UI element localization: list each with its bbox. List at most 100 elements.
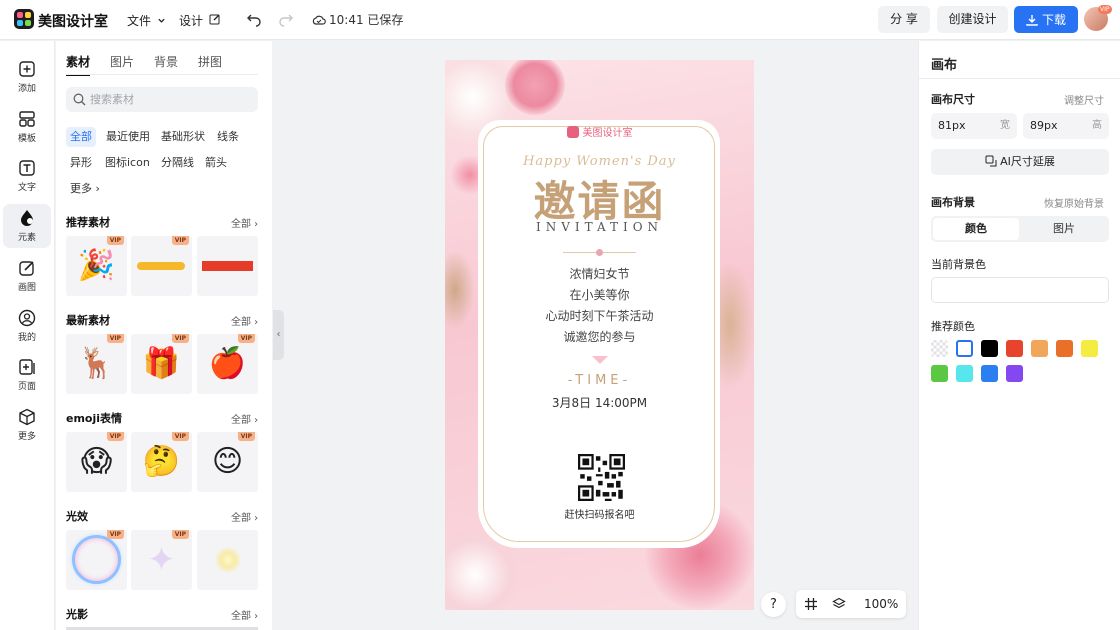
rail-item-text[interactable]: 文字 bbox=[3, 154, 51, 198]
vip-badge: VIP bbox=[106, 334, 124, 343]
undo-icon[interactable] bbox=[246, 11, 262, 27]
color-swatch[interactable] bbox=[981, 340, 998, 357]
draw-icon bbox=[19, 261, 34, 276]
asset-thumb[interactable]: VIP bbox=[66, 530, 127, 590]
tab-images[interactable]: 图片 bbox=[110, 53, 134, 76]
asset-thumb[interactable]: 😊 VIP bbox=[197, 432, 258, 492]
rail-item-add[interactable]: 添加 bbox=[3, 55, 51, 99]
asset-thumb[interactable]: 🎁 VIP bbox=[131, 334, 192, 394]
qr-code bbox=[578, 454, 625, 501]
view-controls: 100% bbox=[796, 590, 906, 618]
vip-badge: VIP bbox=[171, 530, 189, 539]
seg-color[interactable]: 颜色 bbox=[933, 218, 1019, 240]
brand-mark: 美图设计室 bbox=[445, 124, 754, 139]
view-all-link[interactable]: 全部 › bbox=[231, 607, 258, 622]
seg-image[interactable]: 图片 bbox=[1021, 218, 1107, 240]
search-input[interactable]: 搜索素材 bbox=[66, 87, 258, 112]
invitation-subtitle: INVITATION bbox=[535, 220, 664, 234]
app-name[interactable]: 美图设计室 bbox=[38, 11, 108, 31]
chip-all[interactable]: 全部 bbox=[66, 127, 96, 147]
section-title: 光效 bbox=[66, 510, 88, 523]
create-design-button[interactable]: 创建设计 bbox=[937, 6, 1008, 33]
color-swatch[interactable] bbox=[1081, 340, 1098, 357]
chip-dividers[interactable]: 分隔线 bbox=[157, 153, 198, 173]
view-all-label: 全部 bbox=[231, 415, 251, 426]
color-swatch[interactable] bbox=[1006, 365, 1023, 382]
height-field[interactable]: 89px 高 bbox=[1023, 113, 1109, 139]
height-unit: 高 bbox=[1092, 120, 1102, 131]
view-all-link[interactable]: 全部 › bbox=[231, 313, 258, 328]
rail-item-mine[interactable]: 我的 bbox=[3, 304, 51, 348]
rail-label: 我的 bbox=[17, 333, 36, 343]
color-swatch[interactable] bbox=[1006, 340, 1023, 357]
color-swatch[interactable] bbox=[1056, 340, 1073, 357]
rail-item-pages[interactable]: 页面 bbox=[3, 353, 51, 397]
download-icon bbox=[1026, 14, 1038, 26]
color-swatch[interactable] bbox=[1031, 340, 1048, 357]
tab-collage[interactable]: 拼图 bbox=[198, 53, 222, 76]
rail-item-templates[interactable]: 模板 bbox=[3, 105, 51, 149]
asset-thumb[interactable] bbox=[197, 530, 258, 590]
app-logo-icon[interactable] bbox=[14, 9, 34, 29]
brand-text: 美图设计室 bbox=[582, 128, 633, 139]
rail-label: 文字 bbox=[17, 183, 36, 193]
asset-thumb[interactable]: VIP bbox=[131, 236, 192, 296]
section-title: emoji表情 bbox=[66, 412, 123, 425]
tab-backgrounds[interactable]: 背景 bbox=[154, 53, 178, 76]
view-all-link[interactable]: 全部 › bbox=[231, 509, 258, 524]
layers-icon[interactable] bbox=[832, 597, 846, 611]
color-swatch[interactable] bbox=[931, 340, 948, 357]
collapse-panel-handle[interactable]: ‹ bbox=[273, 310, 284, 360]
chip-arrows[interactable]: 箭头 bbox=[201, 153, 231, 173]
asset-thumb[interactable]: 🎉 VIP bbox=[66, 236, 127, 296]
gift-box-icon: 🎁 bbox=[142, 346, 181, 381]
asset-thumb[interactable]: 😱 VIP bbox=[66, 432, 127, 492]
color-swatch[interactable] bbox=[956, 365, 973, 382]
file-menu[interactable]: 文件 bbox=[127, 12, 166, 29]
script-title: Happy Women's Day bbox=[523, 154, 676, 169]
file-menu-label: 文件 bbox=[127, 14, 152, 28]
asset-thumb[interactable]: 🤔 VIP bbox=[131, 432, 192, 492]
chip-more[interactable]: 更多 › bbox=[66, 179, 104, 199]
ai-resize-button[interactable]: AI尺寸延展 bbox=[931, 149, 1109, 175]
rail-item-elements[interactable]: 元素 bbox=[3, 204, 51, 248]
restore-bg-link[interactable]: 恢复原始背景 bbox=[1044, 195, 1104, 210]
zoom-level[interactable]: 100% bbox=[864, 597, 898, 611]
width-unit: 宽 bbox=[1000, 120, 1010, 131]
current-color-field[interactable] bbox=[931, 277, 1109, 303]
design-canvas[interactable]: 美图设计室 Happy Women's Day 邀请函 INVITATION 浓… bbox=[445, 60, 754, 610]
view-all-link[interactable]: 全部 › bbox=[231, 411, 258, 426]
view-all-link[interactable]: 全部 › bbox=[231, 215, 258, 230]
share-button[interactable]: 分 享 bbox=[878, 6, 930, 33]
chip-icons[interactable]: 图标icon bbox=[101, 153, 154, 173]
grid-icon[interactable] bbox=[804, 597, 818, 611]
width-value: 81px bbox=[938, 119, 966, 132]
chip-lines[interactable]: 线条 bbox=[213, 127, 243, 147]
width-field[interactable]: 81px 宽 bbox=[931, 113, 1017, 139]
tab-assets[interactable]: 素材 bbox=[66, 53, 91, 76]
design-menu[interactable]: 设计 bbox=[179, 12, 221, 29]
color-swatch[interactable] bbox=[981, 365, 998, 382]
color-swatch[interactable] bbox=[931, 365, 948, 382]
vip-badge: VIP bbox=[237, 334, 255, 343]
download-button[interactable]: 下载 bbox=[1014, 6, 1078, 33]
user-icon bbox=[18, 309, 36, 327]
rail-item-draw[interactable]: 画图 bbox=[3, 254, 51, 298]
asset-thumb[interactable] bbox=[197, 236, 258, 296]
chip-basic-shapes[interactable]: 基础形状 bbox=[157, 127, 209, 147]
asset-thumb[interactable]: ✦ VIP bbox=[131, 530, 192, 590]
invite-line: 诚邀您的参与 bbox=[563, 330, 636, 344]
brush-stroke-shape bbox=[137, 262, 185, 270]
asset-thumb[interactable]: 🍎 VIP bbox=[197, 334, 258, 394]
color-swatch[interactable] bbox=[956, 340, 973, 357]
redo-icon[interactable] bbox=[278, 11, 294, 27]
rail-item-more[interactable]: 更多 bbox=[3, 403, 51, 447]
help-button[interactable]: ? bbox=[761, 592, 786, 617]
adjust-size-link[interactable]: 调整尺寸 bbox=[1064, 92, 1104, 107]
thinking-face-emoji-icon: 🤔 bbox=[142, 444, 181, 479]
asset-thumb[interactable]: 🦌 VIP bbox=[66, 334, 127, 394]
panel-divider bbox=[919, 78, 1120, 79]
apple-icon: 🍎 bbox=[208, 346, 247, 381]
chip-irregular[interactable]: 异形 bbox=[66, 153, 96, 173]
chip-recent[interactable]: 最近使用 bbox=[102, 127, 154, 147]
